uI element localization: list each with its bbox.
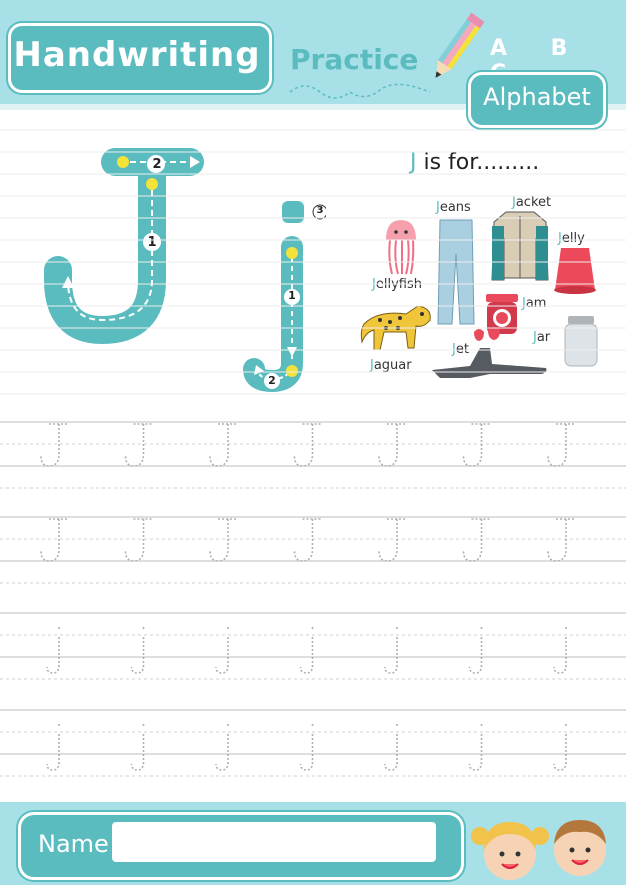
uppercase-trace-letter — [40, 518, 69, 562]
practice-area — [0, 129, 626, 777]
lowercase-trace-letter — [468, 627, 483, 674]
lowercase-trace-letter — [384, 724, 398, 771]
uppercase-trace-letter — [40, 423, 69, 467]
uppercase-trace-letter — [462, 423, 492, 467]
lowercase-trace-letter — [553, 724, 567, 771]
uppercase-trace-letter — [378, 423, 407, 467]
page-title: Handwriting — [13, 35, 261, 75]
uppercase-trace-letter — [209, 423, 238, 467]
page-subtitle: Practice — [290, 43, 419, 76]
uppercase-trace-letter — [293, 423, 323, 467]
lowercase-trace-letter — [215, 724, 229, 771]
lowercase-trace-letter — [553, 627, 567, 674]
practice-rows — [0, 421, 626, 777]
background-guidelines — [0, 129, 626, 395]
uppercase-trace-letter — [547, 518, 576, 562]
lowercase-trace-letter — [468, 724, 483, 771]
uppercase-trace-letter — [547, 423, 576, 467]
lowercase-trace-letter — [299, 627, 314, 674]
uppercase-trace-letter — [124, 423, 154, 467]
uppercase-trace-letter — [462, 518, 492, 562]
kids-illustration — [471, 820, 606, 880]
lowercase-trace-letter — [130, 627, 145, 674]
uppercase-trace-letter — [293, 518, 323, 562]
name-label: Name — [38, 830, 109, 858]
lowercase-trace-letter — [299, 724, 314, 771]
name-field[interactable] — [112, 822, 436, 862]
uppercase-trace-letter — [124, 518, 154, 562]
lowercase-trace-letter — [384, 627, 398, 674]
uppercase-trace-letter — [209, 518, 238, 562]
lowercase-trace-letter — [215, 627, 229, 674]
lowercase-trace-letter — [46, 724, 60, 771]
lowercase-trace-letter — [46, 627, 60, 674]
lowercase-trace-letter — [130, 724, 145, 771]
uppercase-trace-letter — [378, 518, 407, 562]
